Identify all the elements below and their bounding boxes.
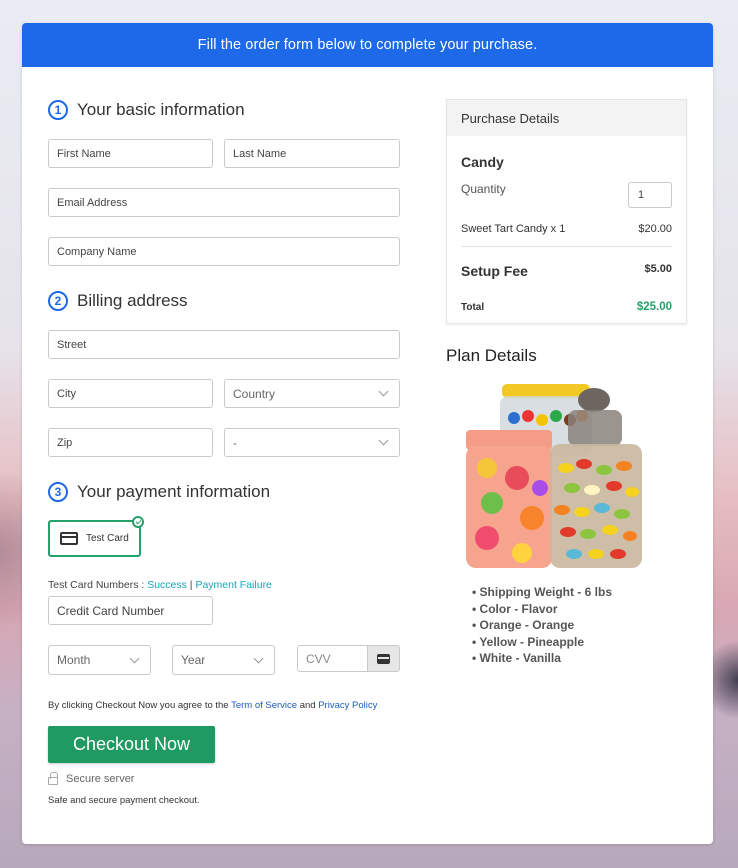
safe-checkout-text: Safe and secure payment checkout. [48, 795, 200, 806]
line-item-label: Sweet Tart Candy x 1 [461, 223, 566, 235]
section-payment-info: 3 Your payment information [48, 481, 400, 503]
credit-card-number-input[interactable]: Credit Card Number [48, 596, 213, 625]
zip-input[interactable]: Zip [48, 428, 213, 457]
company-name-input[interactable]: Company Name [48, 237, 400, 266]
credit-card-icon [60, 532, 78, 545]
checkout-now-button[interactable]: Checkout Now [48, 726, 215, 763]
section-billing-address: 2 Billing address [48, 290, 400, 312]
test-card-numbers: Test Card Numbers : Success | Payment Fa… [48, 579, 400, 591]
lock-icon [48, 772, 58, 785]
quantity-input[interactable]: 1 [628, 182, 672, 208]
terms-of-service-link[interactable]: Term of Service [231, 700, 297, 711]
privacy-policy-link[interactable]: Privacy Policy [318, 700, 377, 711]
payment-method-label: Test Card [86, 533, 129, 544]
chevron-down-icon [253, 653, 264, 663]
agreement-middle: and [297, 700, 319, 711]
line-item-price: $20.00 [638, 223, 672, 235]
total-value: $25.00 [636, 301, 672, 313]
state-select[interactable]: - [224, 428, 400, 457]
plan-detail-item: Shipping Weight - 6 lbs [472, 584, 687, 601]
secure-server-label: Secure server [66, 773, 135, 785]
payment-method-test-card[interactable]: Test Card [48, 516, 144, 557]
plan-details-title: Plan Details [446, 346, 537, 365]
order-form-container: Fill the order form below to complete yo… [22, 23, 713, 844]
check-circle-icon [132, 516, 144, 528]
month-select[interactable]: Month [48, 645, 151, 675]
street-input[interactable]: Street [48, 330, 400, 359]
order-summary: Purchase Details Candy Quantity 1 Sweet … [426, 67, 713, 844]
header-banner: Fill the order form below to complete yo… [22, 23, 713, 67]
payment-failure-link[interactable]: Payment Failure [195, 579, 271, 591]
email-input[interactable]: Email Address [48, 188, 400, 217]
setup-fee-label: Setup Fee [461, 263, 528, 279]
cvv-input[interactable]: CVV [298, 646, 367, 671]
chevron-down-icon [129, 653, 140, 663]
month-select-value: Month [57, 653, 91, 667]
product-name: Candy [461, 154, 504, 170]
secure-server: Secure server [48, 772, 400, 785]
purchase-details-title: Purchase Details [447, 100, 686, 136]
plan-detail-item: Yellow - Pineapple [472, 634, 687, 651]
step-number-icon: 1 [48, 100, 68, 120]
separator [461, 246, 672, 247]
quantity-label: Quantity [461, 182, 506, 196]
section-title: Billing address [77, 291, 188, 310]
year-select-value: Year [181, 653, 206, 667]
state-select-value: - [233, 435, 237, 450]
product-image [462, 378, 662, 578]
step-number-icon: 2 [48, 291, 68, 311]
plan-detail-item: Color - Flavor [472, 601, 687, 618]
test-cards-label: Test Card Numbers : [48, 579, 148, 591]
plan-detail-item: White - Vanilla [472, 650, 687, 667]
agreement-prefix: By clicking Checkout Now you agree to th… [48, 700, 232, 711]
purchase-details-box: Purchase Details Candy Quantity 1 Sweet … [446, 99, 687, 324]
credit-card-icon [377, 653, 390, 664]
setup-fee-value: $5.00 [644, 263, 672, 275]
chevron-down-icon [378, 435, 389, 446]
country-select-value: Country [233, 386, 276, 401]
checkout-form: 1 Your basic information First Name Last… [22, 67, 426, 844]
candy-jars-image [466, 384, 642, 568]
section-title: Your payment information [77, 482, 271, 501]
last-name-input[interactable]: Last Name [224, 139, 400, 168]
country-select[interactable]: Country [224, 379, 400, 408]
first-name-input[interactable]: First Name [48, 139, 213, 168]
success-link[interactable]: Success [147, 579, 187, 591]
total-label: Total [461, 301, 485, 313]
step-number-icon: 3 [48, 482, 68, 502]
year-select[interactable]: Year [172, 645, 275, 675]
section-title: Your basic information [77, 100, 245, 119]
city-input[interactable]: City [48, 379, 213, 408]
section-basic-info: 1 Your basic information [48, 99, 400, 121]
plan-detail-item: Orange - Orange [472, 617, 687, 634]
banner-text: Fill the order form below to complete yo… [197, 37, 538, 53]
chevron-down-icon [378, 386, 389, 397]
plan-details-list: Shipping Weight - 6 lbs Color - Flavor O… [472, 584, 687, 667]
cvv-field: CVV [297, 645, 400, 672]
cvv-help-button[interactable] [367, 646, 399, 671]
agreement-text: By clicking Checkout Now you agree to th… [48, 700, 400, 711]
